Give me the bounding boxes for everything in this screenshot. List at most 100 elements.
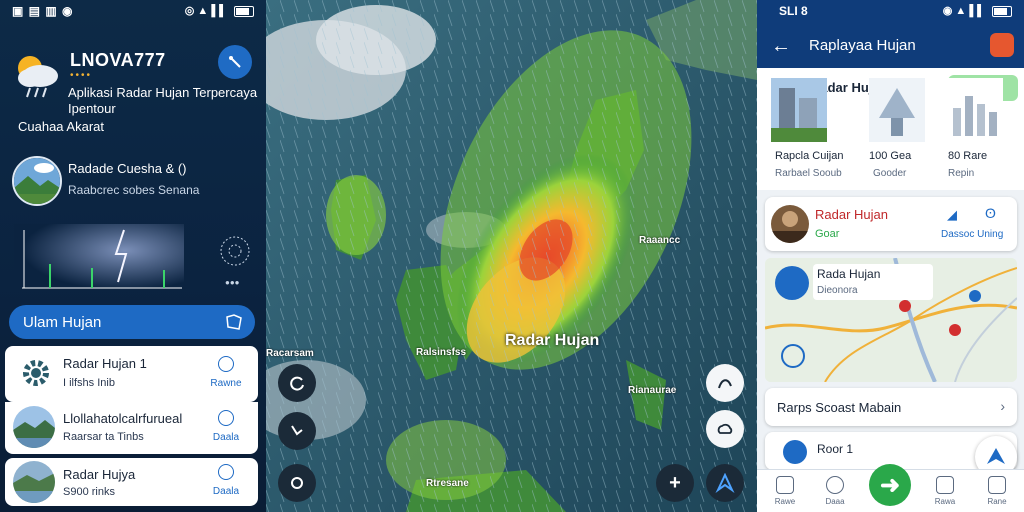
notification-button[interactable]: [990, 33, 1014, 57]
share-icon[interactable]: ʘ: [985, 205, 996, 221]
route-button[interactable]: [706, 364, 744, 402]
summary-item-label: Rapcla Cuijan: [775, 150, 844, 162]
list-item-meta: Raarsar ta Tinbs: [63, 431, 144, 443]
list-item-meta: I ilfshs Inib: [63, 377, 115, 389]
wand-icon: [229, 56, 241, 68]
cloud-icon: [717, 423, 733, 434]
radar-card-thumbnail: [771, 205, 809, 243]
weather-subtitle: Raabcrec sobes Senana: [68, 183, 200, 197]
radar-map-panel[interactable]: Raaancc Racarsam Ralsinsfss Rianaurae Rt…: [266, 0, 757, 512]
app-bar: ← Raplayaa Hujan: [757, 22, 1024, 68]
summary-item-sub: Rarbael Sooub: [775, 168, 842, 179]
refresh-icon: [290, 376, 304, 391]
map-label: Ralsinsfss: [416, 347, 467, 358]
mini-map[interactable]: Rada Hujan Dieonora: [765, 258, 1017, 382]
route-icon: [718, 379, 732, 389]
list-item-action[interactable]: Daala: [206, 410, 246, 443]
radar-map[interactable]: [266, 0, 757, 512]
clock-icon: [218, 410, 234, 426]
list-item-thumbnail: [13, 406, 55, 448]
radar-card-title: Radar Hujan: [815, 207, 888, 222]
app-name: LNOVA777: [70, 50, 166, 70]
map-popup-sub: Dieonora: [817, 285, 858, 296]
map-label: Rtresane: [426, 478, 469, 489]
weather-avatar[interactable]: [12, 156, 62, 206]
chat-icon[interactable]: [775, 266, 809, 300]
gear-icon: [23, 360, 49, 386]
radar-card[interactable]: Radar Hujan Goar Dassoc Uning ◢ ʘ: [765, 197, 1017, 251]
route-card-title: Roor 1: [817, 442, 854, 456]
compass-button[interactable]: [706, 464, 744, 502]
search-bar-label: Ulam Hujan: [23, 314, 102, 331]
home-icon: [776, 476, 794, 494]
navigate-arrow-icon: ➜: [879, 471, 901, 499]
globe-icon: [220, 236, 250, 266]
status-bar: ▣ ▤ ▥ ◉ ◎ ▲ ▌▌: [0, 0, 266, 22]
settings-icon[interactable]: [781, 344, 805, 368]
page-title: Raplayaa Hujan: [809, 37, 916, 54]
map-icon: [226, 314, 242, 330]
plus-icon: +: [669, 471, 681, 494]
center-action-button[interactable]: ➜: [869, 464, 911, 506]
map-label: Rianaurae: [628, 385, 677, 396]
clock-icon: [218, 464, 234, 480]
nav-item-search[interactable]: Daaa: [815, 476, 855, 506]
list-item-thumbnail: [13, 461, 55, 503]
map-popup-title: Rada Hujan: [817, 267, 881, 281]
menu-button[interactable]: [218, 45, 252, 79]
summary-item-sub: Gooder: [873, 168, 907, 179]
battery-icon: [234, 5, 254, 17]
radar-card-link[interactable]: Dassoc Uning: [941, 229, 1003, 240]
summary-item-label: 80 Rare: [948, 150, 988, 162]
status-icons: ▣ ▤ ▥ ◉: [12, 4, 74, 18]
chevron-right-icon: ›: [1000, 398, 1005, 414]
status-bar: SLI 8 ◉ ▲ ▌▌: [757, 0, 1024, 22]
layers-button[interactable]: [278, 364, 316, 402]
menu-icon: [988, 476, 1006, 494]
app-subtitle-2: Cuahaa Akarat: [18, 119, 105, 134]
battery-icon: [992, 5, 1012, 17]
list-item-action[interactable]: Rawne: [206, 356, 246, 389]
status-right: ◎ ▲ ▌▌: [185, 4, 254, 17]
back-arrow-icon[interactable]: ←: [771, 35, 791, 58]
list-item[interactable]: Radar Hujya S900 rinks Daala: [5, 458, 258, 506]
list-item-meta: S900 rinks: [63, 486, 115, 498]
settings-button[interactable]: [278, 464, 316, 502]
list-item[interactable]: Llollahatolcalrfurueal Raarsar ta Tinbs …: [5, 402, 258, 454]
nav-item-home[interactable]: Rawe: [765, 476, 805, 506]
status-right: ◉ ▲ ▌▌: [943, 4, 1012, 17]
search-bar[interactable]: Ulam Hujan: [9, 305, 255, 339]
app-rating-dots: ••••: [70, 70, 93, 81]
list-item-title: Llollahatolcalrfurueal: [63, 411, 183, 426]
list-item-action[interactable]: Daala: [206, 464, 246, 497]
storm-chart-image: [14, 224, 184, 290]
weather-logo-icon: [18, 56, 58, 98]
tower-image: [869, 78, 925, 142]
search-icon: [826, 476, 844, 494]
summary-item-sub: Repin: [948, 168, 975, 179]
nav-item-alerts[interactable]: Rawa: [925, 476, 965, 506]
nav-item-menu[interactable]: Rane: [977, 476, 1017, 506]
status-time: SLI 8: [779, 4, 808, 18]
app-subtitle: Aplikasi Radar Hujan Terpercaya Ipentour: [68, 85, 258, 116]
edit-icon: [936, 476, 954, 494]
location-button[interactable]: [706, 410, 744, 448]
arrow-icon: [291, 425, 303, 436]
list-item[interactable]: Radar Hujan 1 I ilfshs Inib Rawne: [5, 346, 258, 402]
compass-icon: [715, 473, 735, 493]
zoom-button[interactable]: [278, 412, 316, 450]
map-label: Racarsam: [266, 348, 314, 359]
add-button[interactable]: +: [656, 464, 694, 502]
pin-icon: [783, 440, 807, 464]
list-item-label: Rarps Scoast Mabain: [777, 400, 902, 415]
list-item-title: Radar Hujya: [63, 467, 136, 482]
weather-title: Radade Cuesha & (): [68, 161, 187, 176]
list-item-title: Radar Hujan 1: [63, 356, 147, 371]
radar-title: Radar Hujan: [505, 332, 600, 349]
radar-card-sub: Goar: [815, 228, 840, 240]
clock-icon: [218, 356, 234, 372]
signal-icon: ◢: [947, 207, 957, 222]
list-item[interactable]: Rarps Scoast Mabain ›: [765, 388, 1017, 426]
city-image: [771, 78, 827, 142]
summary-item-label: 100 Gea: [869, 150, 912, 162]
